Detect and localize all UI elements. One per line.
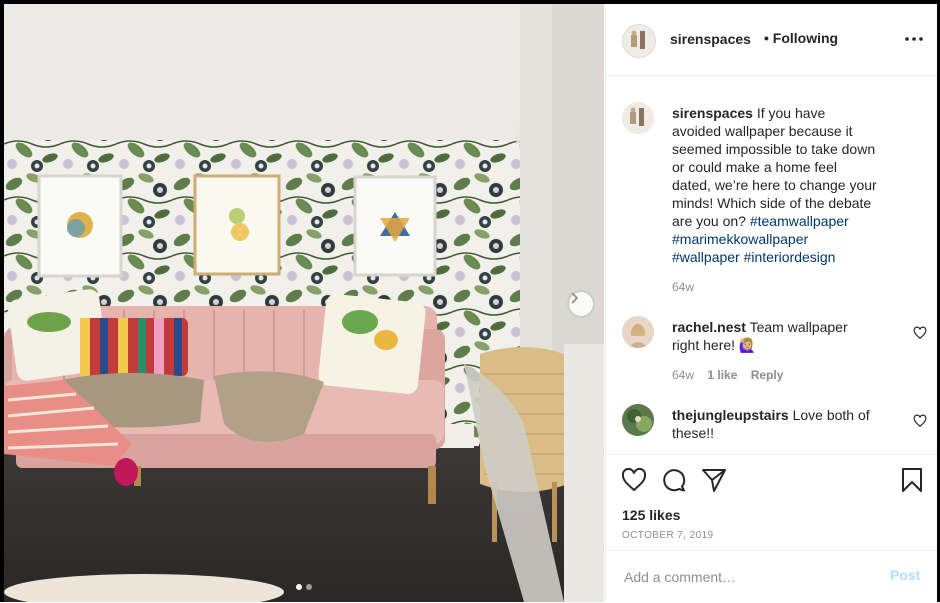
caption-body: sirenspaces If you have avoided wallpape… <box>672 104 878 266</box>
post-modal-frame: sirenspaces • Following sirenspaces If y… <box>0 0 940 602</box>
carousel-dot-2 <box>306 584 312 590</box>
post-header: sirenspaces • Following <box>606 4 937 76</box>
post-actions: 125 likes OCTOBER 7, 2019 <box>606 454 937 551</box>
photo-illustration <box>4 4 604 602</box>
like-comment-heart-icon[interactable] <box>913 326 927 340</box>
likes-count[interactable]: 125 likes <box>622 507 680 523</box>
heart-icon[interactable] <box>621 467 647 493</box>
commenter-avatar[interactable] <box>622 404 654 436</box>
avatar-image <box>622 102 654 134</box>
chevron-right-icon <box>571 292 579 304</box>
comment-username[interactable]: thejungleupstairs <box>672 407 789 423</box>
carousel-indicator <box>296 584 312 590</box>
post-comment-button[interactable]: Post <box>890 567 920 583</box>
add-comment-input[interactable] <box>622 565 876 589</box>
bookmark-icon[interactable] <box>899 467 925 493</box>
avatar-image <box>622 404 654 436</box>
share-icon[interactable] <box>701 467 727 493</box>
caption-avatar[interactable] <box>622 102 654 134</box>
post-photo[interactable] <box>4 4 604 602</box>
hashtag-teamwallpaper[interactable]: #teamwallpaper <box>750 213 849 229</box>
avatar-image <box>623 25 655 57</box>
add-comment-bar: Post <box>606 550 937 603</box>
comment-body: rachel.nest Team wallpaper right here! 🙋… <box>672 318 878 354</box>
commenter-avatar[interactable] <box>622 316 654 348</box>
comment-icon[interactable] <box>661 467 687 493</box>
following-status[interactable]: • Following <box>764 30 838 46</box>
carousel-dot-1 <box>296 584 302 590</box>
post-date: OCTOBER 7, 2019 <box>622 530 714 541</box>
comment-likes[interactable]: 1 like <box>707 368 737 382</box>
author-avatar[interactable] <box>622 24 656 58</box>
comment-meta: 64w 1 like Reply <box>672 368 783 382</box>
author-username[interactable]: sirenspaces <box>670 31 751 47</box>
caption-meta: 64w <box>672 280 694 294</box>
comment-username[interactable]: rachel.nest <box>672 319 746 335</box>
caption-username[interactable]: sirenspaces <box>672 105 753 121</box>
caption-age: 64w <box>672 280 695 294</box>
reply-button[interactable]: Reply <box>751 368 784 382</box>
comment-body: thejungleupstairs Love both of these!! <box>672 406 878 442</box>
like-comment-heart-icon[interactable] <box>913 414 927 428</box>
avatar-image <box>622 316 654 348</box>
post-modal: sirenspaces • Following sirenspaces If y… <box>4 4 937 602</box>
hashtag-wallpaper[interactable]: #wallpaper <box>672 249 740 265</box>
more-options-button[interactable] <box>903 30 925 48</box>
post-side-panel: sirenspaces • Following sirenspaces If y… <box>605 4 937 602</box>
comment-age: 64w <box>672 368 695 382</box>
caption-text: If you have avoided wallpaper because it… <box>672 105 877 229</box>
hashtag-interiordesign[interactable]: #interiordesign <box>744 249 836 265</box>
more-horizontal-icon <box>905 37 923 41</box>
comments-list[interactable]: sirenspaces If you have avoided wallpape… <box>606 76 937 454</box>
hashtag-marimekkowallpaper[interactable]: #marimekkowallpaper <box>672 231 808 247</box>
carousel-next-button[interactable] <box>569 292 593 316</box>
